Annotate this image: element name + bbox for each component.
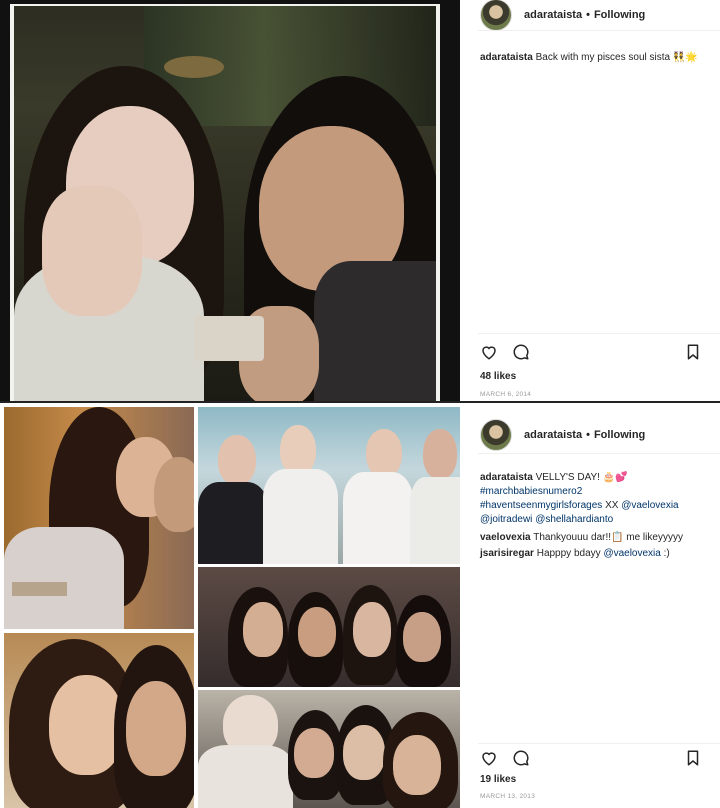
caption-username[interactable]: adarataista: [480, 472, 533, 483]
likes-count[interactable]: 19 likes: [480, 774, 516, 785]
comment: jsarisiregar Happpy bdayy @vaelovexia :): [480, 547, 708, 561]
bookmark-icon[interactable]: [684, 749, 702, 767]
mention-link[interactable]: @shellahardianto: [535, 514, 613, 525]
likes-count[interactable]: 48 likes: [480, 371, 516, 382]
heart-icon[interactable]: [480, 343, 498, 361]
mention-link[interactable]: @vaelovexia: [621, 500, 678, 511]
divider: [478, 453, 720, 454]
post-2-sidebar: adarataista • Following adarataista VELLY'…: [460, 405, 720, 808]
post-1-sidebar: adarataista • Following adarataista Back w…: [460, 0, 720, 401]
comment-username[interactable]: vaelovexia: [480, 532, 531, 543]
comment-text: :): [660, 548, 670, 559]
mention-link[interactable]: @vaelovexia: [603, 548, 660, 559]
avatar[interactable]: [480, 0, 512, 31]
caption-text: XX: [602, 500, 622, 511]
post-header: adarataista • Following: [480, 0, 645, 31]
caption-username[interactable]: adarataista: [480, 52, 533, 63]
post-header: adarataista • Following: [480, 419, 645, 451]
post-2-photo-collage[interactable]: [0, 405, 460, 808]
comment: vaelovexia Thankyouuu dar!!📋 me likeyyyy…: [480, 531, 708, 545]
heart-icon[interactable]: [480, 749, 498, 767]
hashtag-link[interactable]: #haventseenmygirlsforages: [480, 500, 602, 511]
username-link[interactable]: adarataista: [524, 9, 582, 21]
divider: [478, 30, 720, 31]
divider: [478, 743, 720, 744]
comment-text: Happpy bdayy: [533, 548, 604, 559]
divider: [478, 333, 720, 334]
separator-dot: •: [586, 429, 590, 441]
following-button[interactable]: Following: [594, 9, 645, 21]
bookmark-icon[interactable]: [684, 343, 702, 361]
post-2: adarataista • Following adarataista VELLY'…: [0, 405, 720, 808]
avatar[interactable]: [480, 419, 512, 451]
post-1-photo[interactable]: [0, 0, 460, 401]
caption-text: VELLY'S DAY! 🎂💕: [535, 472, 628, 483]
following-button[interactable]: Following: [594, 429, 645, 441]
post-1: adarataista • Following adarataista Back w…: [0, 0, 720, 403]
hashtag-link[interactable]: #marchbabiesnumero2: [480, 486, 582, 497]
comment-username[interactable]: jsarisiregar: [480, 548, 534, 559]
comment-text: Thankyouuu dar!!📋 me likeyyyyy: [530, 532, 683, 543]
caption: adarataista VELLY'S DAY! 🎂💕 #marchbabies…: [480, 471, 708, 561]
post-date: MARCH 6, 2014: [480, 391, 532, 398]
comment-icon[interactable]: [512, 749, 530, 767]
action-bar: [480, 749, 702, 767]
post-date: MARCH 13, 2013: [480, 793, 536, 800]
caption: adarataista Back with my pisces soul sis…: [480, 51, 708, 65]
separator-dot: •: [586, 9, 590, 21]
comment-icon[interactable]: [512, 343, 530, 361]
caption-text: Back with my pisces soul sista 👯🌟: [535, 52, 698, 63]
username-link[interactable]: adarataista: [524, 429, 582, 441]
action-bar: [480, 343, 702, 361]
mention-link[interactable]: @joitradewi: [480, 514, 532, 525]
